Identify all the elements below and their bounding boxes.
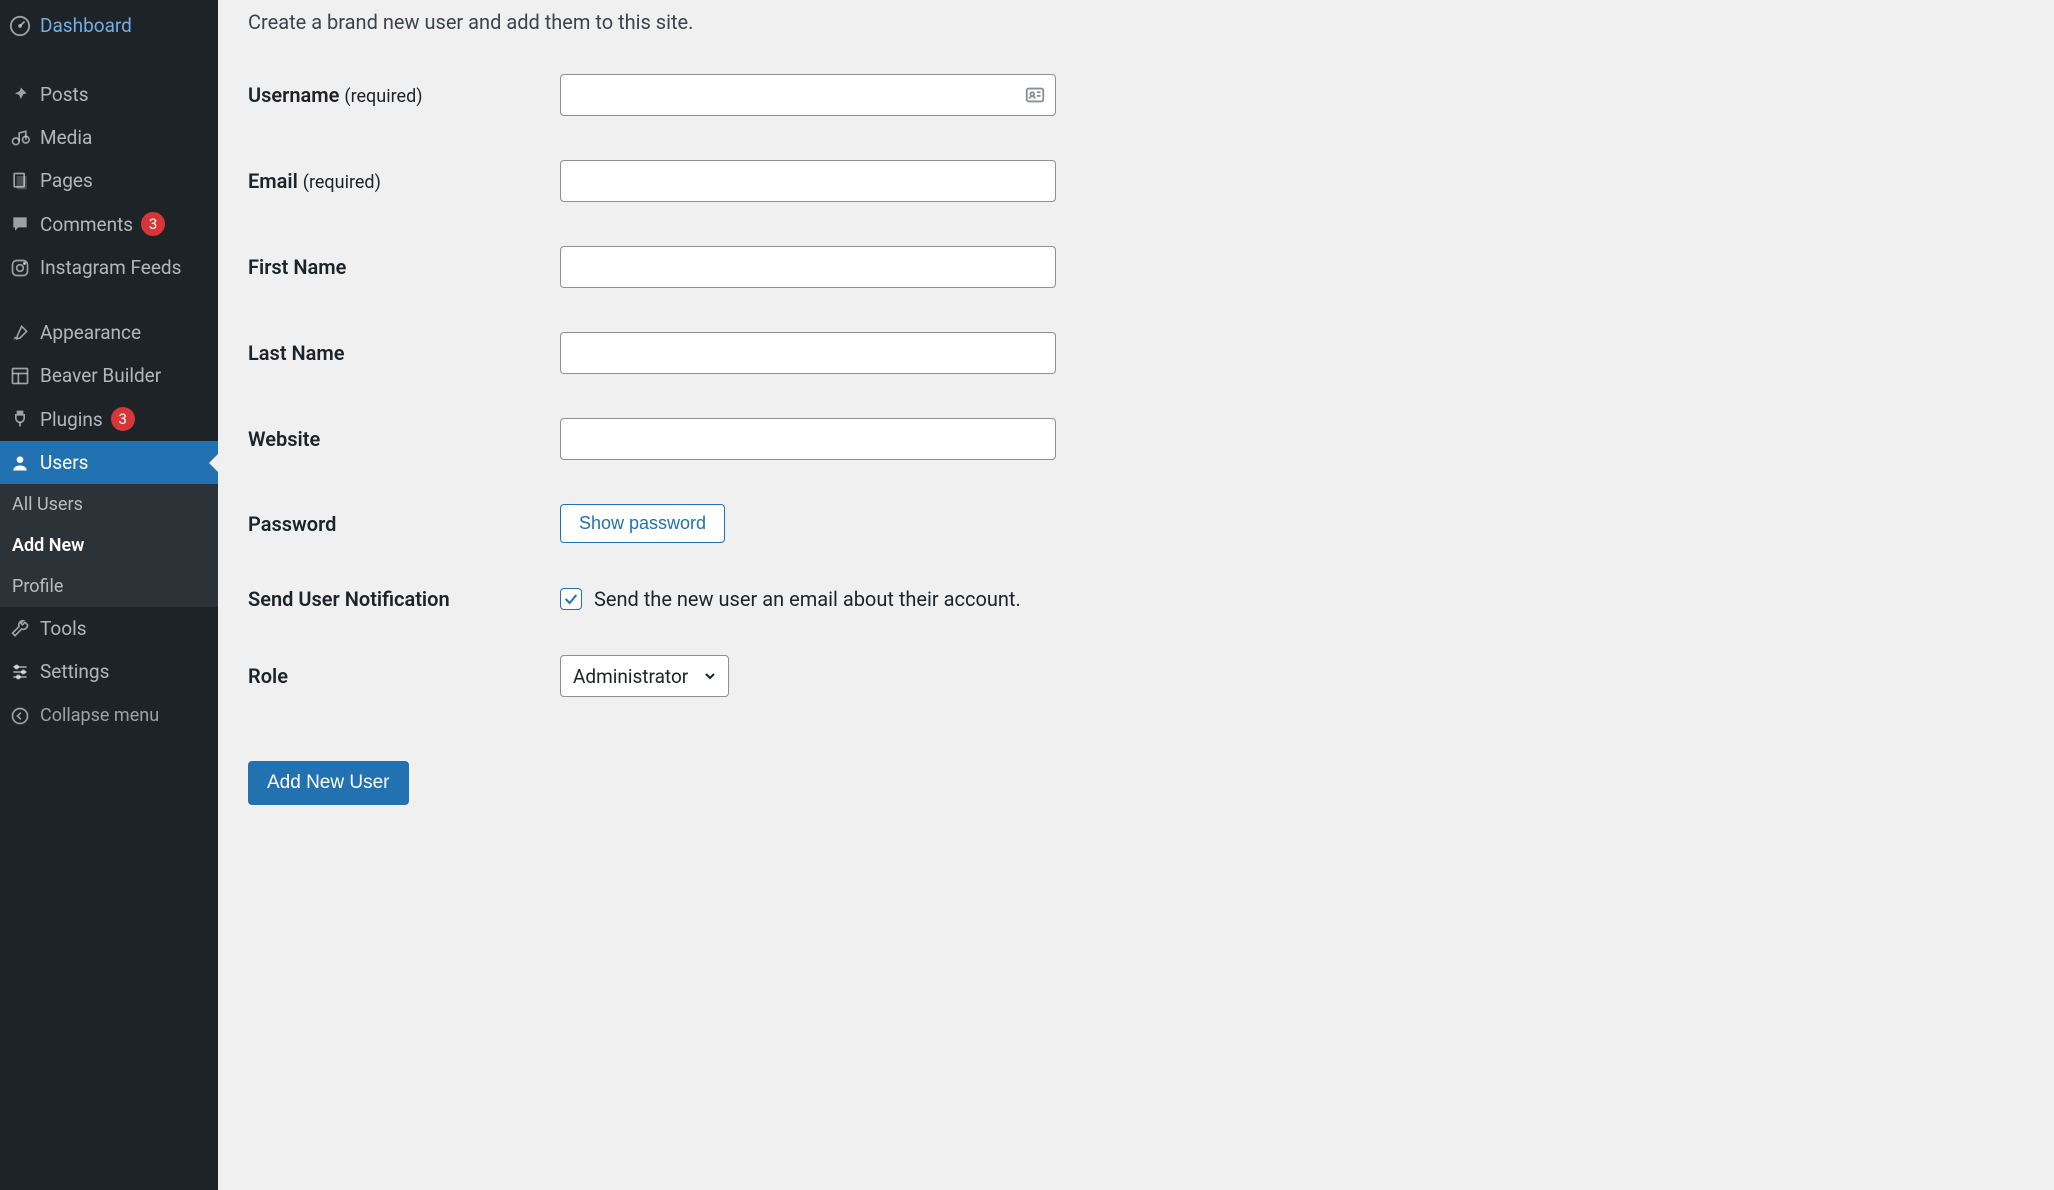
sidebar-item-comments[interactable]: Comments 3 [0, 202, 218, 246]
sidebar-item-instagram-feeds[interactable]: Instagram Feeds [0, 246, 218, 289]
notification-checkbox[interactable] [560, 588, 582, 610]
media-icon [5, 127, 35, 149]
sidebar-item-beaver-builder[interactable]: Beaver Builder [0, 354, 218, 397]
sidebar-item-label: Media [40, 126, 92, 149]
sidebar-item-settings[interactable]: Settings [0, 650, 218, 693]
sidebar-item-appearance[interactable]: Appearance [0, 311, 218, 354]
field-row-first-name: First Name [248, 246, 2024, 288]
role-label: Role [248, 664, 560, 688]
required-text: (required) [303, 172, 381, 193]
website-label: Website [248, 427, 560, 451]
email-label: Email (required) [248, 169, 560, 193]
intro-text: Create a brand new user and add them to … [248, 10, 2024, 34]
password-label: Password [248, 512, 560, 536]
last-name-label: Last Name [248, 341, 560, 365]
show-password-button[interactable]: Show password [560, 504, 725, 543]
sidebar-item-pages[interactable]: Pages [0, 159, 218, 202]
plugins-badge: 3 [111, 407, 135, 431]
field-row-role: Role Administrator [248, 655, 2024, 697]
field-row-website: Website [248, 418, 2024, 460]
pin-icon [5, 84, 35, 106]
first-name-input[interactable] [560, 246, 1056, 288]
website-input[interactable] [560, 418, 1056, 460]
field-row-password: Password Show password [248, 504, 2024, 543]
label-text: Email [248, 169, 298, 193]
username-label: Username (required) [248, 83, 560, 107]
comments-badge: 3 [141, 212, 165, 236]
field-row-last-name: Last Name [248, 332, 2024, 374]
sidebar-item-label: Beaver Builder [40, 364, 161, 387]
wrench-icon [5, 618, 35, 640]
first-name-label: First Name [248, 255, 560, 279]
sidebar-item-label: Tools [40, 617, 87, 640]
sidebar-item-label: Posts [40, 83, 89, 106]
sidebar-item-label: Pages [40, 169, 93, 192]
instagram-icon [5, 257, 35, 279]
pages-icon [5, 170, 35, 192]
sidebar-item-label: Dashboard [40, 14, 132, 37]
sidebar-item-plugins[interactable]: Plugins 3 [0, 397, 218, 441]
notification-checkbox-label: Send the new user an email about their a… [594, 587, 1021, 611]
menu-separator [0, 289, 218, 311]
field-row-username: Username (required) [248, 74, 2024, 116]
sidebar-item-label: Users [40, 451, 88, 474]
submenu-item-add-new[interactable]: Add New [0, 525, 218, 566]
main-content: Create a brand new user and add them to … [218, 0, 2054, 1190]
last-name-input[interactable] [560, 332, 1056, 374]
brush-icon [5, 322, 35, 344]
role-select[interactable]: Administrator [560, 655, 729, 697]
admin-sidebar: Dashboard Posts Media Pages Comments 3 I… [0, 0, 218, 1190]
sidebar-item-label: Appearance [40, 321, 141, 344]
sliders-icon [5, 661, 35, 683]
chevron-down-icon [702, 668, 718, 684]
field-row-notification: Send User Notification Send the new user… [248, 587, 2024, 611]
sidebar-item-dashboard[interactable]: Dashboard [0, 0, 218, 51]
plug-icon [5, 408, 35, 430]
collapse-label: Collapse menu [40, 705, 159, 726]
sidebar-item-label: Settings [40, 660, 109, 683]
sidebar-item-label: Comments [40, 213, 133, 236]
sidebar-item-label: Plugins [40, 408, 103, 431]
comment-icon [5, 213, 35, 235]
sidebar-item-posts[interactable]: Posts [0, 73, 218, 116]
role-selected-value: Administrator [573, 665, 688, 688]
required-text: (required) [344, 86, 422, 107]
notification-label: Send User Notification [248, 587, 560, 611]
collapse-menu-button[interactable]: Collapse menu [0, 693, 218, 738]
username-input[interactable] [560, 74, 1056, 116]
sidebar-item-media[interactable]: Media [0, 116, 218, 159]
submenu-item-all-users[interactable]: All Users [0, 484, 218, 525]
add-new-user-button[interactable]: Add New User [248, 761, 409, 805]
dashboard-icon [5, 15, 35, 37]
sidebar-item-users[interactable]: Users [0, 441, 218, 484]
users-submenu: All Users Add New Profile [0, 484, 218, 607]
field-row-email: Email (required) [248, 160, 2024, 202]
collapse-icon [5, 706, 35, 726]
contact-card-icon [1024, 84, 1046, 106]
submenu-item-profile[interactable]: Profile [0, 566, 218, 607]
layout-icon [5, 365, 35, 387]
menu-separator [0, 51, 218, 73]
sidebar-item-label: Instagram Feeds [40, 256, 181, 279]
user-icon [5, 452, 35, 474]
sidebar-item-tools[interactable]: Tools [0, 607, 218, 650]
label-text: Username [248, 83, 339, 107]
email-input[interactable] [560, 160, 1056, 202]
